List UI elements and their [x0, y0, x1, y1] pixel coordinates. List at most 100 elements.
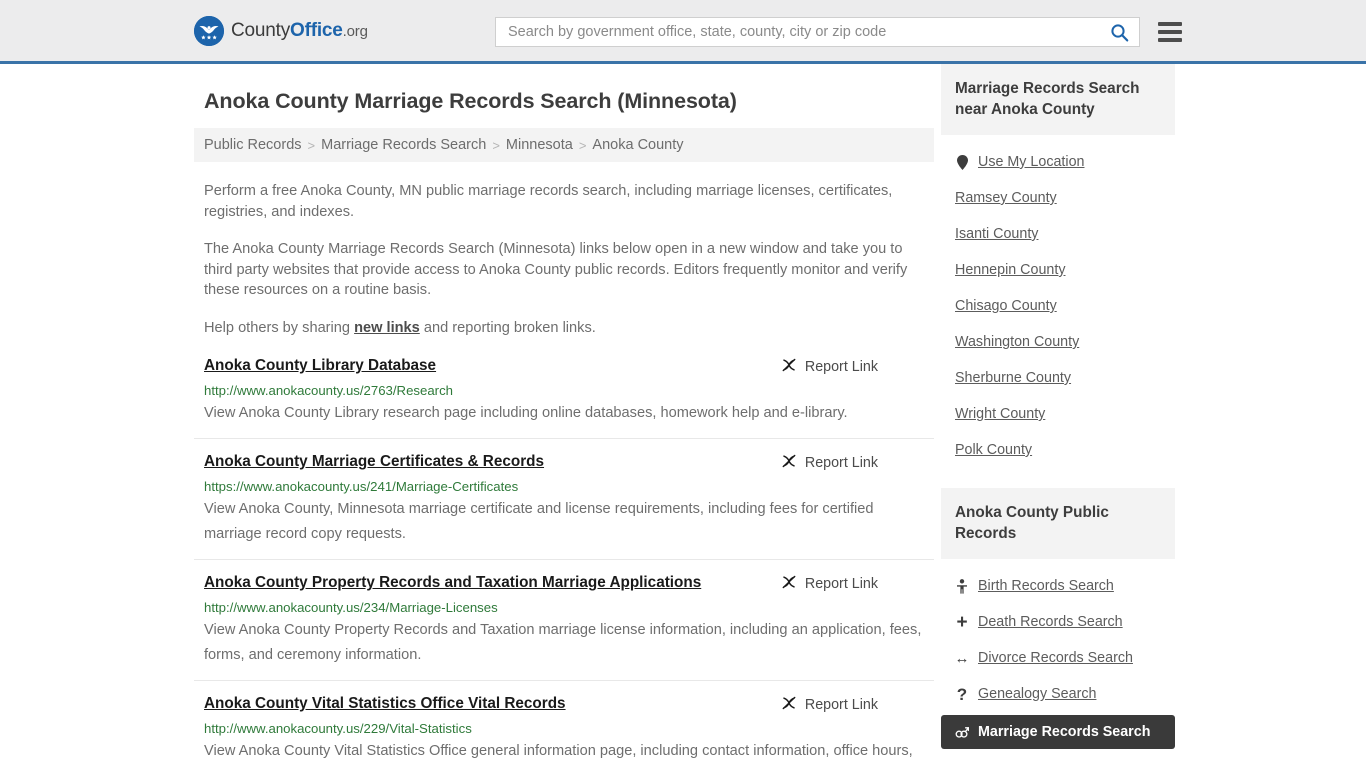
report-link-label: Report Link — [804, 455, 878, 471]
sidebar-item-chisago-county[interactable]: Chisago County — [941, 288, 1175, 324]
new-links-link[interactable]: new links — [354, 320, 420, 336]
page-body: Anoka County Marriage Records Search (Mi… — [0, 64, 1366, 768]
intro-paragraph-1: Perform a free Anoka County, MN public m… — [204, 183, 893, 220]
sidebar-item-divorce-records-search[interactable]: ↔ Divorce Records Search — [941, 640, 1175, 676]
logo-text-county: County — [231, 20, 291, 41]
breadcrumb-separator: > — [578, 137, 587, 153]
result-title-link[interactable]: Anoka County Marriage Certificates & Rec… — [204, 452, 544, 472]
result-url[interactable]: http://www.anokacounty.us/234/Marriage-L… — [204, 600, 924, 616]
intro-paragraph-2: The Anoka County Marriage Records Search… — [204, 241, 908, 298]
sidebar-item-birth-records-search[interactable]: Birth Records Search — [941, 568, 1175, 604]
sidebar-item-isanti-county[interactable]: Isanti County — [941, 216, 1175, 252]
genealogy-search-link[interactable]: Genealogy Search — [978, 686, 1096, 702]
logo-text-org: .org — [342, 23, 368, 40]
result-url[interactable]: http://www.anokacounty.us/2763/Research — [204, 383, 924, 399]
result-title-link[interactable]: Anoka County Library Database — [204, 356, 436, 376]
marriage-records-search-link[interactable]: Marriage Records Search — [978, 724, 1150, 740]
result-header: Anoka County Vital Statistics Office Vit… — [204, 694, 924, 715]
breadcrumb-separator: > — [307, 137, 316, 153]
result-description: View Anoka County Vital Statistics Offic… — [204, 743, 913, 759]
result-item: Anoka County Library Database Report Lin… — [194, 356, 934, 439]
nearby-panel-heading: Marriage Records Search near Anoka Count… — [941, 64, 1175, 135]
county-link[interactable]: Sherburne County — [955, 370, 1071, 386]
intro-share-prefix: Help others by sharing — [204, 319, 355, 336]
cross-icon: + — [956, 611, 968, 633]
breadcrumb-item-marriage-records-search[interactable]: Marriage Records Search — [321, 137, 486, 153]
sidebar-item-washington-county[interactable]: Washington County — [941, 324, 1175, 360]
breadcrumb-item-public-records[interactable]: Public Records — [204, 137, 302, 153]
site-logo[interactable]: CountyOffice.org — [194, 15, 368, 46]
use-my-location-link[interactable]: Use My Location — [978, 154, 1084, 170]
broken-link-icon — [781, 574, 797, 594]
county-link[interactable]: Chisago County — [955, 298, 1057, 314]
breadcrumb-separator: > — [492, 137, 500, 153]
result-header: Anoka County Marriage Certificates & Rec… — [204, 452, 924, 473]
report-link-button[interactable]: Report Link — [781, 357, 878, 377]
question-mark-icon: ? — [956, 684, 968, 704]
intro-section: Perform a free Anoka County, MN public m… — [194, 181, 934, 338]
county-link[interactable]: Wright County — [955, 406, 1045, 422]
intro-share-suffix: and reporting broken links. — [419, 319, 596, 336]
eagle-shield-logo-icon — [194, 15, 224, 46]
birth-records-search-link[interactable]: Birth Records Search — [978, 578, 1114, 594]
sidebar-item-polk-county[interactable]: Polk County — [941, 432, 1175, 468]
divorce-records-search-link[interactable]: Divorce Records Search — [978, 650, 1133, 666]
report-link-label: Report Link — [804, 576, 878, 592]
county-link[interactable]: Ramsey County — [955, 190, 1057, 206]
result-item: Anoka County Vital Statistics Office Vit… — [194, 694, 934, 768]
results-list: Anoka County Library Database Report Lin… — [194, 356, 934, 768]
site-header: CountyOffice.org — [0, 0, 1366, 64]
intro-paragraph-3: Help others by sharing new links and rep… — [204, 318, 924, 339]
site-logo-text: CountyOffice.org — [231, 21, 368, 40]
use-my-location-item[interactable]: Use My Location — [941, 144, 1175, 180]
gender-symbols-icon — [955, 726, 969, 739]
broken-link-icon — [781, 695, 797, 715]
county-link[interactable]: Polk County — [955, 442, 1032, 458]
report-link-label: Report Link — [804, 359, 878, 375]
death-records-search-link[interactable]: Death Records Search — [978, 614, 1123, 630]
broken-link-icon — [781, 357, 797, 377]
hamburger-menu-icon[interactable] — [1158, 22, 1182, 42]
report-link-button[interactable]: Report Link — [781, 574, 878, 594]
result-header: Anoka County Property Records and Taxati… — [204, 573, 924, 594]
broken-link-icon — [781, 453, 797, 473]
sidebar-item-genealogy-search[interactable]: ? Genealogy Search — [941, 676, 1175, 712]
header-search-zone — [495, 17, 1182, 47]
result-title-link[interactable]: Anoka County Vital Statistics Office Vit… — [204, 694, 566, 714]
result-description: View Anoka County Property Records and T… — [204, 622, 922, 663]
public-records-list: Birth Records Search + Death Records Sea… — [941, 568, 1175, 749]
sidebar-item-hennepin-county[interactable]: Hennepin County — [941, 252, 1175, 288]
county-link[interactable]: Isanti County — [955, 226, 1038, 242]
split-arrows-icon: ↔ — [954, 649, 970, 667]
report-link-button[interactable]: Report Link — [781, 695, 878, 715]
sidebar: Marriage Records Search near Anoka Count… — [941, 64, 1175, 768]
search-box[interactable] — [495, 17, 1140, 47]
report-link-button[interactable]: Report Link — [781, 453, 878, 473]
result-item: Anoka County Marriage Certificates & Rec… — [194, 452, 934, 560]
public-records-panel-heading: Anoka County Public Records — [941, 488, 1175, 559]
county-link[interactable]: Hennepin County — [955, 262, 1065, 278]
main-content: Anoka County Marriage Records Search (Mi… — [194, 64, 934, 768]
sidebar-item-ramsey-county[interactable]: Ramsey County — [941, 180, 1175, 216]
breadcrumb-item-minnesota[interactable]: Minnesota — [506, 137, 573, 153]
search-input[interactable] — [506, 23, 1106, 41]
result-url[interactable]: http://www.anokacounty.us/229/Vital-Stat… — [204, 721, 924, 737]
sidebar-item-death-records-search[interactable]: + Death Records Search — [941, 604, 1175, 640]
report-link-label: Report Link — [804, 697, 878, 713]
sidebar-item-marriage-records-search[interactable]: Marriage Records Search — [941, 715, 1175, 749]
breadcrumb-item-anoka-county[interactable]: Anoka County — [592, 137, 683, 153]
search-button[interactable] — [1106, 23, 1131, 42]
search-icon — [1110, 23, 1129, 45]
result-description: View Anoka County, Minnesota marriage ce… — [204, 501, 874, 542]
result-description: View Anoka County Library research page … — [204, 405, 848, 421]
county-link[interactable]: Washington County — [955, 334, 1079, 350]
result-item: Anoka County Property Records and Taxati… — [194, 573, 934, 681]
breadcrumb: Public Records > Marriage Records Search… — [194, 128, 934, 162]
map-pin-icon — [955, 154, 969, 170]
sidebar-item-wright-county[interactable]: Wright County — [941, 396, 1175, 432]
page-title: Anoka County Marriage Records Search (Mi… — [204, 89, 737, 113]
result-title-link[interactable]: Anoka County Property Records and Taxati… — [204, 573, 701, 593]
result-header: Anoka County Library Database Report Lin… — [204, 356, 924, 377]
result-url[interactable]: https://www.anokacounty.us/241/Marriage-… — [204, 479, 924, 495]
sidebar-item-sherburne-county[interactable]: Sherburne County — [941, 360, 1175, 396]
